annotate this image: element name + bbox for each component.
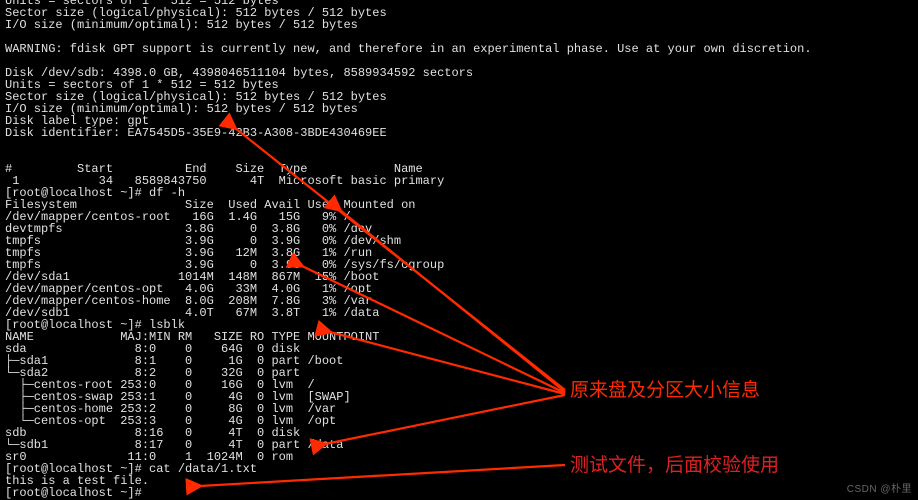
terminal-line: WARNING: fdisk GPT support is currently …: [5, 43, 812, 55]
terminal-line: [5, 139, 812, 151]
terminal-output: Units = sectors of 1 * 512 = 512 bytesSe…: [5, 0, 812, 499]
terminal-line: [root@localhost ~]#: [5, 487, 812, 499]
annotation-disk-info: 原来盘及分区大小信息: [570, 385, 760, 397]
annotation-test-file: 测试文件，后面校验使用: [570, 460, 779, 472]
terminal-line: Disk identifier: EA7545D5-35E9-42B3-A308…: [5, 127, 812, 139]
terminal-line: I/O size (minimum/optimal): 512 bytes / …: [5, 19, 812, 31]
watermark: CSDN @朴里: [847, 484, 912, 496]
